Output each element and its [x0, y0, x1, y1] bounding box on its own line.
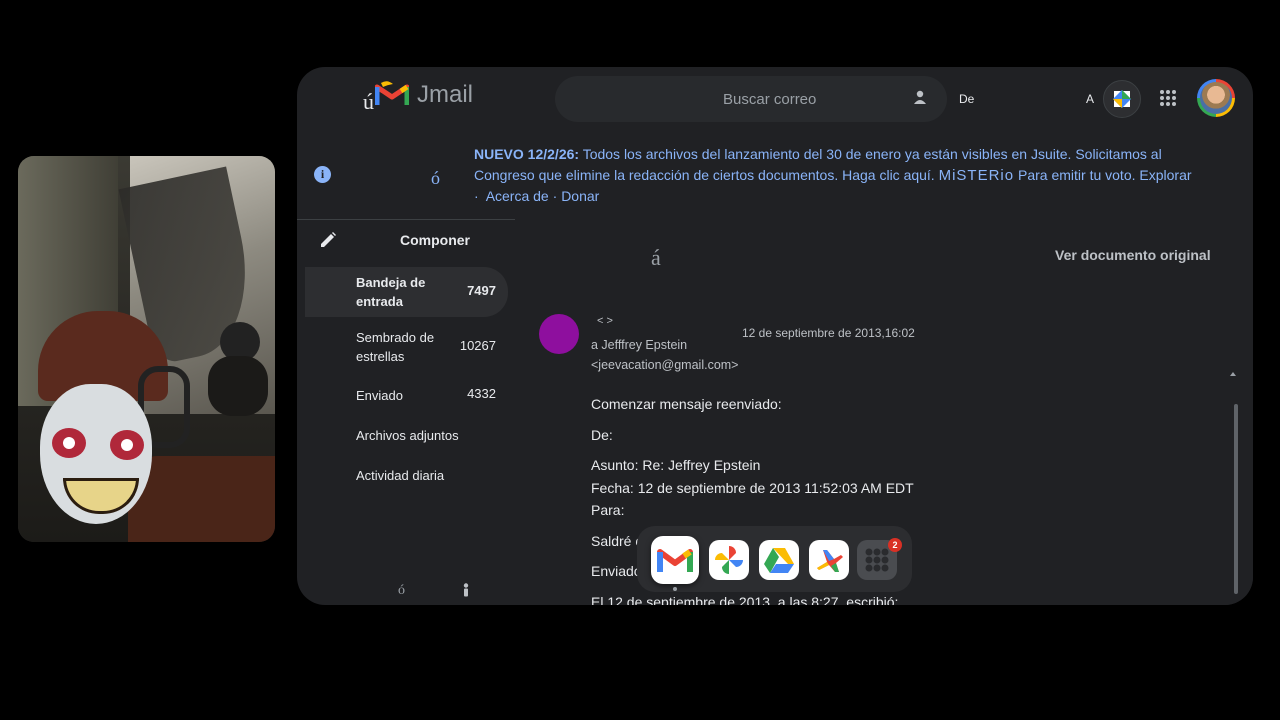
- flights-icon: [817, 550, 843, 572]
- gmail-icon: [657, 549, 693, 572]
- sidebar-item-count: 7497: [467, 283, 496, 298]
- info-icon: i: [314, 166, 331, 183]
- active-app-indicator: [673, 587, 677, 591]
- search-bar[interactable]: Buscar correo: [555, 76, 947, 122]
- m-logo-icon: [375, 81, 409, 105]
- sender-avatar: [539, 314, 579, 354]
- from-filter-label[interactable]: De: [959, 92, 974, 106]
- about-link[interactable]: Acerca de: [486, 188, 549, 204]
- sidebar-item-starred[interactable]: Sembrado de estrellas 10267: [305, 323, 508, 373]
- sidebar-item-attachments[interactable]: Archivos adjuntos: [305, 421, 508, 451]
- gemini-button[interactable]: [1103, 80, 1141, 118]
- webcam-overlay: [18, 156, 275, 542]
- scroll-up-arrow[interactable]: [1230, 372, 1236, 376]
- sender-name: < >: [597, 315, 613, 327]
- jmail-logo-icon: ú: [361, 77, 411, 114]
- message-accent: á: [651, 245, 661, 270]
- sidebar-item-label: Actividad diaria: [356, 468, 445, 483]
- misterio-logo[interactable]: MiSTERio: [939, 167, 1015, 184]
- dock-drive[interactable]: [759, 540, 799, 580]
- body-line: Para:: [591, 502, 625, 518]
- sidebar-item-label: Archivos adjuntos: [356, 428, 459, 443]
- avatar-photo: [1200, 82, 1232, 114]
- banner-separator-2: ·: [552, 188, 558, 204]
- sidebar: Componer Bandeja de entrada 7497 Sembrad…: [297, 219, 515, 605]
- top-bar: ú Jmail Buscar correo De A: [297, 67, 1253, 131]
- body-line: De:: [591, 426, 613, 443]
- sidebar-item-daily-activity[interactable]: Actividad diaria: [305, 461, 508, 491]
- search-input[interactable]: Buscar correo: [723, 91, 816, 108]
- announcement-banner: i ó NUEVO 12/2/26: Todos los archivos de…: [297, 131, 1253, 220]
- scrollbar-thumb[interactable]: [1234, 404, 1238, 594]
- view-original-button[interactable]: Ver documento original: [1055, 247, 1211, 263]
- app-logo[interactable]: ú Jmail: [361, 77, 474, 114]
- pencil-icon: [321, 232, 336, 247]
- mail-window: ú Jmail Buscar correo De A i ó NUEVO 12/…: [297, 67, 1253, 605]
- banner-accent: ó: [431, 168, 440, 188]
- account-avatar[interactable]: [1197, 79, 1235, 117]
- logo-accent: ú: [363, 89, 374, 114]
- apps-grid-icon[interactable]: [1159, 89, 1177, 107]
- person-filter-icon[interactable]: [913, 90, 927, 106]
- gemini-icon: [1113, 90, 1131, 108]
- person-icon[interactable]: [461, 583, 471, 597]
- compose-label: Componer: [400, 232, 470, 248]
- banner-vote-text: Para emitir tu voto.: [1018, 167, 1136, 183]
- app-dock: 2: [637, 526, 912, 592]
- sidebar-item-count: 4332: [467, 386, 496, 401]
- body-line: El 12 de septiembre de 2013, a las 8:27,…: [591, 593, 899, 606]
- recipient-line: a Jefffrey Epstein <jeevacation@gmail.co…: [591, 335, 791, 375]
- app-name: Jmail: [417, 81, 474, 108]
- banner-text: NUEVO 12/2/26: Todos los archivos del la…: [474, 144, 1214, 207]
- dock-flights[interactable]: [809, 540, 849, 580]
- message-date: 12 de septiembre de 2013,16:02: [742, 326, 915, 340]
- body-line: Asunto: Re: Jeffrey Epstein: [591, 457, 761, 473]
- sidebar-footer-accent: ó: [398, 583, 405, 598]
- photos-icon: [715, 546, 743, 574]
- dock-photos[interactable]: [709, 540, 749, 580]
- explore-link[interactable]: Explorar: [1139, 167, 1191, 183]
- notification-badge: 2: [888, 538, 902, 552]
- sidebar-item-count: 10267: [459, 338, 496, 353]
- banner-separator: ·: [474, 188, 479, 204]
- banner-new-label: NUEVO 12/2/26:: [474, 146, 580, 162]
- to-filter-label[interactable]: A: [1086, 92, 1094, 106]
- sidebar-item-sent[interactable]: Enviado 4332: [305, 381, 508, 411]
- sidebar-item-label: Enviado: [356, 388, 403, 403]
- donate-link[interactable]: Donar: [561, 188, 599, 204]
- dock-gmail[interactable]: [651, 536, 699, 584]
- drive-icon: [764, 548, 794, 573]
- sidebar-item-label: Bandeja de entrada: [356, 275, 426, 309]
- recipient-email: <jeevacation@gmail.com>: [591, 358, 739, 372]
- sidebar-item-label: Sembrado de estrellas: [356, 330, 435, 364]
- mask-left-eye: [52, 428, 86, 458]
- compose-button[interactable]: Componer: [305, 227, 470, 253]
- body-line: Comenzar mensaje reenviado:: [591, 396, 782, 412]
- poster-cat-body: [208, 356, 268, 416]
- mask-right-eye: [110, 430, 144, 460]
- body-line: Fecha: 12 de septiembre de 2013 11:52:03…: [591, 479, 914, 496]
- sidebar-item-inbox[interactable]: Bandeja de entrada 7497: [305, 267, 508, 317]
